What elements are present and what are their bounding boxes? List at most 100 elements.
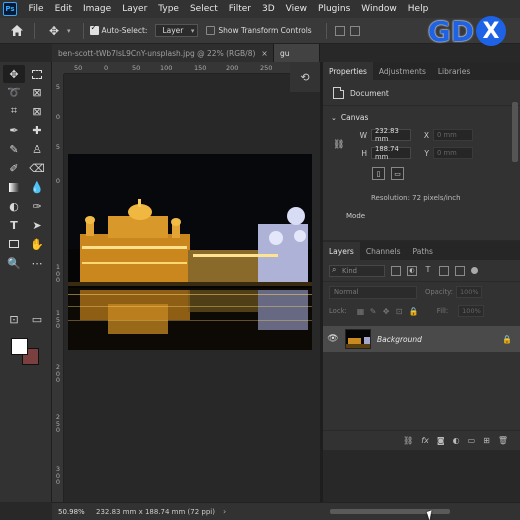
clone-stamp-tool-icon[interactable]: ♙ bbox=[26, 140, 48, 158]
tab-adjustments[interactable]: Adjustments bbox=[373, 62, 432, 80]
pixel-filter-icon[interactable] bbox=[391, 265, 401, 276]
lock-position-icon[interactable]: ✥ bbox=[383, 307, 392, 316]
hand-tool-icon[interactable]: ✋ bbox=[26, 235, 48, 253]
shape-filter-icon[interactable] bbox=[439, 265, 449, 276]
y-field[interactable]: 0 mm bbox=[433, 147, 473, 159]
menu-select[interactable]: Select bbox=[184, 4, 223, 14]
new-group-icon[interactable]: ▭ bbox=[468, 436, 476, 445]
fx-icon[interactable]: fx bbox=[421, 436, 429, 445]
canvas-area[interactable] bbox=[64, 74, 320, 502]
eyedropper-tool-icon[interactable]: ✒ bbox=[3, 121, 25, 139]
menu-filter[interactable]: Filter bbox=[223, 4, 256, 14]
move-tool-preset-icon[interactable]: ✥ bbox=[41, 24, 67, 38]
menu-type[interactable]: Type bbox=[153, 4, 185, 14]
height-field[interactable]: 188.74 mm bbox=[371, 145, 411, 161]
canvas-title: Canvas bbox=[340, 113, 369, 122]
menu-file[interactable]: File bbox=[23, 4, 49, 14]
document-image[interactable] bbox=[68, 154, 312, 350]
tab-libraries[interactable]: Libraries bbox=[432, 62, 476, 80]
delete-layer-icon[interactable]: 🗑 bbox=[498, 436, 508, 445]
dodge-tool-icon[interactable]: ◐ bbox=[3, 197, 25, 215]
pen-tool-icon[interactable]: ✑ bbox=[26, 197, 48, 215]
tab-document-1[interactable]: ben-scott-tWb7lsL9CnY-unsplash.jpg @ 22%… bbox=[52, 44, 274, 62]
smart-object-filter-icon[interactable] bbox=[455, 265, 465, 276]
fill-field[interactable]: 100% bbox=[458, 305, 485, 317]
show-transform-checkbox[interactable] bbox=[206, 26, 216, 35]
portrait-icon[interactable]: ▯ bbox=[372, 167, 385, 180]
type-tool-icon[interactable]: T bbox=[3, 216, 25, 234]
quick-mask-icon[interactable]: ⊡ bbox=[3, 310, 25, 328]
properties-scrollbar[interactable] bbox=[512, 102, 518, 162]
link-layers-icon[interactable]: ⛓ bbox=[403, 436, 413, 445]
close-icon[interactable]: × bbox=[261, 49, 267, 58]
menu-image[interactable]: Image bbox=[78, 4, 117, 14]
menu-view[interactable]: View bbox=[280, 4, 312, 14]
eraser-tool-icon[interactable]: ⌫ bbox=[26, 159, 48, 177]
rectangle-tool-icon[interactable] bbox=[3, 235, 25, 253]
zoom-level[interactable]: 50.98% bbox=[58, 508, 90, 516]
history-panel-icon[interactable]: ⟲ bbox=[290, 62, 320, 92]
menu-window[interactable]: Window bbox=[356, 4, 403, 14]
width-field[interactable]: 232.83 mm bbox=[371, 127, 411, 143]
brush-tool-icon[interactable]: ✎ bbox=[3, 140, 25, 158]
healing-brush-tool-icon[interactable]: ✚ bbox=[26, 121, 48, 139]
kind-filter-select[interactable]: Kind bbox=[329, 264, 385, 277]
menu-plugins[interactable]: Plugins bbox=[313, 4, 356, 14]
screen-mode-icon[interactable]: ▭ bbox=[26, 310, 48, 328]
chevron-down-icon[interactable]: ▾ bbox=[67, 27, 71, 35]
landscape-icon[interactable]: ▭ bbox=[391, 167, 404, 180]
object-selection-tool-icon[interactable]: ⊠ bbox=[26, 83, 48, 101]
new-layer-icon[interactable]: ⊞ bbox=[483, 436, 490, 445]
tab-channels[interactable]: Channels bbox=[360, 242, 407, 260]
menu-edit[interactable]: Edit bbox=[49, 4, 77, 14]
move-tool-icon[interactable]: ✥ bbox=[3, 65, 25, 83]
lock-icon: 🔒 bbox=[502, 334, 512, 344]
lock-transparent-icon[interactable]: ▦ bbox=[357, 307, 366, 316]
layer-name[interactable]: Background bbox=[377, 335, 502, 344]
adjustment-layer-icon[interactable]: ◐ bbox=[453, 436, 460, 445]
tab-paths[interactable]: Paths bbox=[407, 242, 439, 260]
chevron-right-icon[interactable]: › bbox=[223, 507, 226, 516]
zoom-tool-icon[interactable]: 🔍 bbox=[3, 254, 25, 272]
history-brush-tool-icon[interactable]: ✐ bbox=[3, 159, 25, 177]
layer-row-background[interactable]: 👁 Background 🔒 bbox=[323, 326, 520, 352]
opacity-field[interactable]: 100% bbox=[455, 286, 482, 298]
ruler-label: 200 bbox=[226, 64, 239, 72]
path-selection-tool-icon[interactable]: ➤ bbox=[26, 216, 48, 234]
blend-row: Normal Opacity: 100% bbox=[323, 282, 520, 302]
tab-layers[interactable]: Layers bbox=[323, 242, 360, 260]
gradient-tool-icon[interactable] bbox=[3, 178, 25, 196]
visibility-eye-icon[interactable]: 👁 bbox=[323, 334, 343, 344]
canvas-section-header[interactable]: ⌄ Canvas bbox=[323, 106, 520, 126]
type-filter-icon[interactable]: T bbox=[423, 265, 433, 276]
lock-image-icon[interactable]: ✎ bbox=[370, 307, 379, 316]
menu-3d[interactable]: 3D bbox=[257, 4, 281, 14]
marquee-tool-icon[interactable] bbox=[26, 65, 48, 83]
filter-toggle-icon[interactable] bbox=[471, 267, 478, 274]
photoshop-logo-icon[interactable]: Ps bbox=[3, 2, 17, 16]
align-left-icon[interactable] bbox=[334, 25, 345, 36]
menu-help[interactable]: Help bbox=[402, 4, 434, 14]
blend-mode-select[interactable]: Normal bbox=[329, 285, 417, 299]
lock-all-icon[interactable]: 🔒 bbox=[409, 307, 419, 316]
frame-tool-icon[interactable]: ⊠ bbox=[26, 102, 48, 120]
link-icon[interactable]: ⛓ bbox=[333, 140, 344, 150]
tab-properties[interactable]: Properties bbox=[323, 62, 373, 80]
auto-select-dropdown[interactable]: Layer bbox=[155, 24, 199, 37]
x-label: X bbox=[423, 130, 429, 140]
lock-artboard-icon[interactable]: ⊡ bbox=[396, 307, 405, 316]
blur-tool-icon[interactable]: 💧 bbox=[26, 178, 48, 196]
crop-tool-icon[interactable]: ⌗ bbox=[3, 102, 25, 120]
separator bbox=[34, 22, 35, 39]
menu-layer[interactable]: Layer bbox=[117, 4, 153, 14]
tab-document-2[interactable]: gu bbox=[274, 44, 320, 62]
more-tools-icon[interactable]: ⋯ bbox=[26, 254, 48, 272]
align-center-icon[interactable] bbox=[349, 25, 360, 36]
foreground-color-swatch[interactable] bbox=[11, 338, 28, 355]
auto-select-checkbox[interactable] bbox=[89, 23, 99, 35]
x-field[interactable]: 0 mm bbox=[433, 129, 473, 141]
home-button[interactable] bbox=[6, 20, 28, 42]
adjustment-filter-icon[interactable]: ◐ bbox=[407, 265, 417, 276]
lasso-tool-icon[interactable]: ➰ bbox=[3, 83, 25, 101]
add-mask-icon[interactable]: ◙ bbox=[437, 436, 445, 445]
